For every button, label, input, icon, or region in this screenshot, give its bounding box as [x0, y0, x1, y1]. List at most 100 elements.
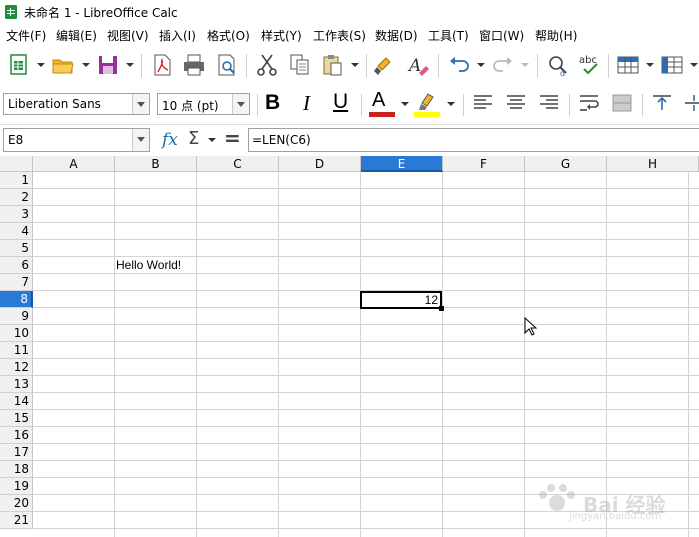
row-header-10[interactable]: 10 — [0, 325, 33, 342]
redo-icon[interactable] — [490, 52, 516, 78]
chevron-down-icon[interactable] — [132, 94, 149, 114]
column-dropdown-arrow[interactable] — [690, 63, 698, 67]
row-header-6[interactable]: 6 — [0, 257, 33, 274]
undo-dropdown-arrow[interactable] — [477, 63, 485, 67]
row-header-7[interactable]: 7 — [0, 274, 33, 291]
column-header-E[interactable]: E — [361, 156, 443, 172]
row-header-4[interactable]: 4 — [0, 223, 33, 240]
formula-bar: E8 fx Σ = =LEN(C6) — [0, 124, 699, 155]
export-pdf-icon[interactable] — [149, 52, 175, 78]
menu-styles[interactable]: 样式(Y) — [261, 27, 302, 44]
row-header-15[interactable]: 15 — [0, 410, 33, 427]
spelling-icon[interactable]: abc — [577, 52, 603, 78]
align-center-icon[interactable] — [505, 93, 527, 113]
standard-toolbar: A d abc — [0, 46, 699, 86]
paste-icon[interactable] — [320, 52, 346, 78]
function-wizard-icon[interactable]: fx — [162, 130, 178, 150]
menu-format[interactable]: 格式(O) — [207, 27, 250, 44]
save-dropdown-arrow[interactable] — [126, 63, 134, 67]
row-dropdown-arrow[interactable] — [646, 63, 654, 67]
menu-file[interactable]: 文件(F) — [6, 27, 46, 44]
align-left-icon[interactable] — [472, 93, 494, 113]
row-header-1[interactable]: 1 — [0, 172, 33, 189]
print-icon[interactable] — [181, 52, 207, 78]
font-color-swatch — [369, 112, 395, 117]
paste-dropdown-arrow[interactable] — [351, 63, 359, 67]
active-cell-E8[interactable]: 12 — [360, 291, 444, 311]
column-header-C[interactable]: C — [197, 156, 279, 172]
column-header-A[interactable]: A — [33, 156, 115, 172]
sum-icon[interactable]: Σ — [188, 128, 199, 149]
fill-handle[interactable] — [439, 306, 444, 311]
menu-view[interactable]: 视图(V) — [107, 27, 149, 44]
underline-button[interactable]: U — [333, 90, 348, 114]
new-spreadsheet-icon[interactable] — [6, 52, 32, 78]
row-header-19[interactable]: 19 — [0, 478, 33, 495]
row-icon[interactable] — [615, 52, 641, 78]
sum-dropdown-arrow[interactable] — [208, 138, 216, 142]
row-header-11[interactable]: 11 — [0, 342, 33, 359]
row-header-12[interactable]: 12 — [0, 359, 33, 376]
merge-cells-icon[interactable] — [611, 93, 633, 113]
print-preview-icon[interactable] — [214, 52, 240, 78]
align-top-icon[interactable] — [651, 93, 673, 113]
row-header-17[interactable]: 17 — [0, 444, 33, 461]
menu-edit[interactable]: 编辑(E) — [56, 27, 97, 44]
column-icon[interactable] — [659, 52, 685, 78]
undo-icon[interactable] — [446, 52, 472, 78]
chevron-down-icon[interactable] — [132, 129, 149, 151]
redo-dropdown-arrow[interactable] — [521, 63, 529, 67]
align-center-vertically-icon[interactable] — [683, 93, 699, 113]
chevron-down-icon[interactable] — [232, 94, 249, 114]
formula-icon[interactable]: = — [224, 126, 241, 150]
font-name-combo[interactable]: Liberation Sans — [3, 93, 150, 115]
highlight-button[interactable] — [413, 89, 441, 117]
select-all-corner[interactable] — [0, 156, 33, 172]
name-box[interactable]: E8 — [3, 128, 150, 152]
save-icon[interactable] — [95, 52, 121, 78]
clone-formatting-icon[interactable] — [372, 52, 398, 78]
wrap-text-icon[interactable] — [578, 93, 600, 113]
column-header-F[interactable]: F — [443, 156, 525, 172]
menu-data[interactable]: 数据(D) — [375, 27, 418, 44]
cut-icon[interactable] — [254, 52, 280, 78]
clear-formatting-icon[interactable]: A — [405, 52, 431, 78]
row-header-20[interactable]: 20 — [0, 495, 33, 512]
align-right-icon[interactable] — [538, 93, 560, 113]
menu-sheet[interactable]: 工作表(S) — [313, 27, 366, 44]
menu-bar: 文件(F) 编辑(E) 视图(V) 插入(I) 格式(O) 样式(Y) 工作表(… — [0, 24, 699, 46]
column-header-H[interactable]: H — [607, 156, 699, 172]
menu-insert[interactable]: 插入(I) — [159, 27, 196, 44]
row-header-3[interactable]: 3 — [0, 206, 33, 223]
row-header-14[interactable]: 14 — [0, 393, 33, 410]
open-dropdown-arrow[interactable] — [82, 63, 90, 67]
menu-tools[interactable]: 工具(T) — [428, 27, 469, 44]
formula-input-value: =LEN(C6) — [252, 133, 311, 147]
open-folder-icon[interactable] — [50, 52, 76, 78]
highlight-dropdown-arrow[interactable] — [447, 102, 455, 106]
find-replace-icon[interactable]: d — [545, 52, 571, 78]
font-color-button[interactable]: A — [369, 89, 395, 117]
menu-window[interactable]: 窗口(W) — [479, 27, 524, 44]
row-header-21[interactable]: 21 — [0, 512, 33, 529]
menu-help[interactable]: 帮助(H) — [535, 27, 577, 44]
spreadsheet-grid[interactable]: ABCDEFGH 1 2 3 4 5 6 7 8 9 10 11 12 13 14 15 16 17 18 19 20… — [0, 156, 699, 537]
italic-button[interactable]: I — [303, 91, 310, 116]
row-header-2[interactable]: 2 — [0, 189, 33, 206]
row-header-18[interactable]: 18 — [0, 461, 33, 478]
row-header-16[interactable]: 16 — [0, 427, 33, 444]
cell-C6[interactable]: Hello World! — [116, 257, 181, 274]
column-header-D[interactable]: D — [279, 156, 361, 172]
formula-input[interactable]: =LEN(C6) — [248, 128, 699, 152]
bold-button[interactable]: B — [265, 91, 280, 115]
row-header-8[interactable]: 8 — [0, 291, 33, 308]
font-size-combo[interactable]: 10 点 (pt) — [157, 93, 250, 115]
new-dropdown-arrow[interactable] — [37, 63, 45, 67]
column-header-B[interactable]: B — [115, 156, 197, 172]
font-color-dropdown-arrow[interactable] — [401, 102, 409, 106]
row-header-13[interactable]: 13 — [0, 376, 33, 393]
row-header-9[interactable]: 9 — [0, 308, 33, 325]
row-header-5[interactable]: 5 — [0, 240, 33, 257]
column-header-G[interactable]: G — [525, 156, 607, 172]
copy-icon[interactable] — [287, 52, 313, 78]
